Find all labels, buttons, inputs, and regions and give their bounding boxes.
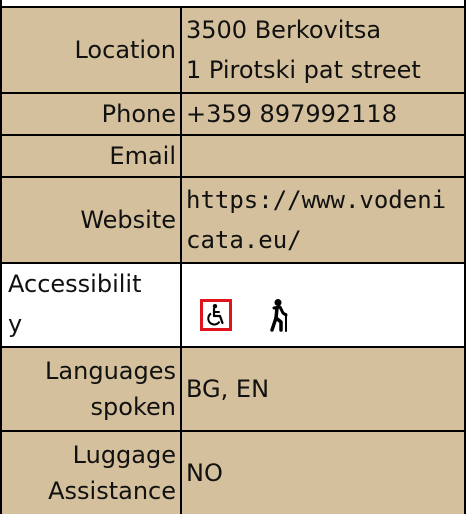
languages-label-line1: Languages: [45, 357, 176, 385]
languages-value: BG, EN: [181, 346, 465, 431]
email-value[interactable]: [181, 134, 465, 177]
luggage-value: NO: [181, 430, 465, 514]
table-row-email: Email: [1, 134, 465, 177]
email-label: Email: [1, 134, 182, 177]
languages-label-line2: spoken: [90, 393, 176, 421]
table-row-accessibility: Accessibilit y: [1, 262, 465, 347]
phone-value[interactable]: +359 897992118: [181, 92, 465, 135]
elderly-person-icon: [266, 298, 292, 332]
location-line1: 3500 Berkovitsa: [186, 16, 382, 44]
accessibility-label: Accessibilit y: [1, 262, 182, 347]
accessibility-label-line2: y: [8, 310, 23, 338]
location-label: Location: [1, 6, 182, 93]
website-label: Website: [1, 176, 182, 263]
table-row-phone: Phone +359 897992118: [1, 92, 465, 135]
table-row-luggage: Luggage Assistance NO: [1, 430, 465, 514]
luggage-label-line2: Assistance: [48, 477, 176, 505]
table-row-location: Location 3500 Berkovitsa 1 Pirotski pat …: [1, 6, 465, 93]
phone-label: Phone: [1, 92, 182, 135]
wheelchair-icon: [200, 299, 232, 331]
table-row-website: Website https://www.vodeni cata.eu/: [1, 176, 465, 263]
location-value: 3500 Berkovitsa 1 Pirotski pat street: [181, 6, 465, 93]
luggage-label: Luggage Assistance: [1, 430, 182, 514]
luggage-label-line1: Luggage: [72, 441, 176, 469]
info-panel: Location 3500 Berkovitsa 1 Pirotski pat …: [0, 0, 466, 514]
website-line1[interactable]: https://www.vodeni: [186, 180, 460, 220]
table-row-languages: Languages spoken BG, EN: [1, 346, 465, 431]
accessibility-label-line1: Accessibilit: [8, 270, 142, 298]
location-line2: 1 Pirotski pat street: [186, 56, 421, 84]
info-table: Location 3500 Berkovitsa 1 Pirotski pat …: [0, 6, 466, 514]
languages-label: Languages spoken: [1, 346, 182, 431]
website-link[interactable]: https://www.vodeni cata.eu/: [181, 176, 465, 263]
accessibility-icons: [181, 262, 465, 347]
website-line2[interactable]: cata.eu/: [186, 220, 460, 260]
